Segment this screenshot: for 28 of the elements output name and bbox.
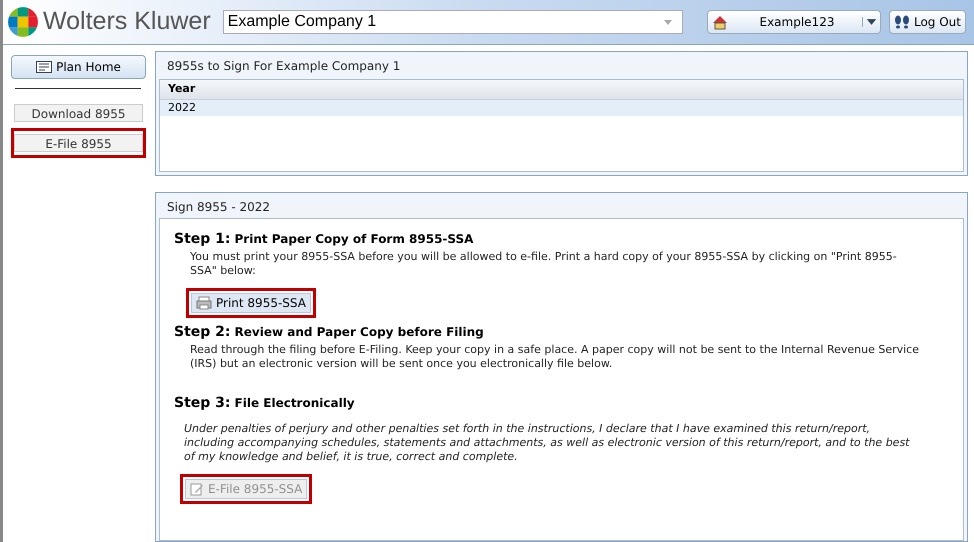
pencil-note-icon [190,482,204,496]
step-title: File Electronically [234,395,355,412]
printer-icon [196,296,212,310]
dropdown-caret-icon [662,18,674,26]
table-row[interactable]: 2022 [160,100,963,116]
step-text: Read through the filing before E-Filing. Keep your copy in a safe place. A paper copy will not be sent to the Internal Revenue Service (IRS) but an electronic version will be sent once you electronically file below. [189,343,920,371]
panel-title: 8955s to Sign For Example Company 1 [166,58,402,75]
step-title: Review and Paper Copy before Filing [234,324,484,341]
plan-home-button[interactable]: Plan Home [11,55,146,79]
step-number: Step 1: [174,230,231,249]
panel-title: Sign 8955 - 2022 [166,199,272,216]
footprints-icon [894,15,910,29]
logo-icon [7,6,39,38]
home-icon [712,14,728,30]
step-title: Print Paper Copy of Form 8955-SSA [234,231,474,248]
brand-name: Wolters Kluwer [43,6,211,38]
step-number: Step 3: [174,394,231,413]
form-icon [36,61,52,73]
step-text: You must print your 8955-SSA before you will be allowed to e-file. Print a hard copy of your 8955-SSA by clicking on "Print 8955-SSA" below: [189,250,898,278]
step-text: Under penalties of perjury and other penalties set forth in the instructions, I declare that I have examined this return/report, including accompanying schedules, statements and attachments, as well as electronic version of this return/report, and to the best of my knowledge and belief, it is true, correct and complete. [183,422,911,464]
sidebar-item[interactable]: E-File 8955 [14,134,143,152]
sidebar-item[interactable]: Download 8955 [14,104,143,122]
user-select[interactable]: Example123 [706,10,881,34]
company-select[interactable]: Example Company 1 [222,10,683,34]
logout-button[interactable]: Log Out [888,10,966,34]
step-number: Step 2: [174,323,231,342]
print-button[interactable]: Print 8955-SSA [191,293,311,313]
column-header: Year [160,80,963,100]
